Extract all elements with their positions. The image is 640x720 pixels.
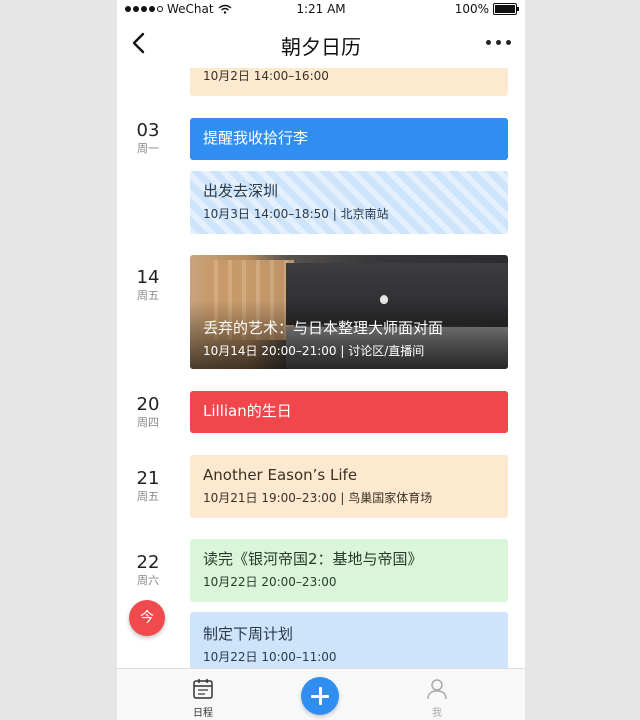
- date-day: 03: [136, 120, 160, 141]
- date-weekday: 周四: [137, 416, 159, 429]
- date-weekday: 周六: [137, 574, 159, 587]
- tab-me-label: 我: [432, 708, 442, 719]
- more-icon[interactable]: [486, 40, 511, 45]
- event-text: 丢弃的艺术：与日本整理大师面对面 10月14日 20:00–21:00 | 讨论…: [203, 318, 443, 359]
- event-subtitle: 10月22日 10:00–11:00: [203, 650, 337, 664]
- date-group-14: 14 周五: [117, 267, 179, 303]
- status-right: 100%: [454, 2, 519, 16]
- date-day: 21: [136, 468, 160, 489]
- event-subtitle: 10月21日 19:00–23:00 | 鸟巢国家体育场: [203, 491, 433, 505]
- phone-screen: WeChat 1:21 AM 100% 朝夕日历 10月2日 14:00–16:…: [117, 0, 525, 720]
- nav-bar: 朝夕日历: [117, 20, 525, 68]
- date-group-21: 21 周五: [117, 468, 179, 504]
- event-card-plan[interactable]: 制定下周计划 10月22日 10:00–11:00: [190, 612, 508, 668]
- event-title: Another Eason’s Life: [203, 466, 358, 484]
- date-group-22: 22 周六: [117, 552, 179, 588]
- event-title: 读完《银河帝国2：基地与帝国》: [203, 550, 423, 568]
- schedule-list[interactable]: 10月2日 14:00–16:00 03 周一 提醒我收拾行李 出发去深圳 10…: [117, 68, 525, 668]
- date-group-03: 03 周一: [117, 120, 179, 156]
- tab-bar: 日程 我: [117, 668, 525, 720]
- event-title: 提醒我收拾行李: [203, 129, 309, 147]
- event-title: 出发去深圳: [203, 182, 279, 200]
- event-subtitle: 10月2日 14:00–16:00: [203, 69, 329, 83]
- date-weekday: 周五: [137, 289, 159, 302]
- event-card-book[interactable]: 读完《银河帝国2：基地与帝国》 10月22日 20:00–23:00: [190, 539, 508, 602]
- battery-icon: [493, 3, 519, 15]
- today-button[interactable]: 今: [129, 600, 165, 636]
- tab-me[interactable]: 我: [407, 677, 467, 719]
- tab-schedule-label: 日程: [193, 708, 213, 719]
- event-title: 制定下周计划: [203, 625, 294, 643]
- user-icon: [427, 679, 447, 700]
- event-card-lillian[interactable]: Lillian的生日: [190, 391, 508, 433]
- event-title: 丢弃的艺术：与日本整理大师面对面: [203, 319, 444, 337]
- calendar-icon: [193, 679, 213, 699]
- event-card-art[interactable]: 丢弃的艺术：与日本整理大师面对面 10月14日 20:00–21:00 | 讨论…: [190, 255, 508, 369]
- date-day: 22: [136, 552, 160, 573]
- event-card-remind[interactable]: 提醒我收拾行李: [190, 118, 508, 160]
- event-card-oct2[interactable]: 10月2日 14:00–16:00: [190, 68, 508, 96]
- date-day: 20: [136, 394, 160, 415]
- date-day: 14: [136, 267, 160, 288]
- event-subtitle: 10月3日 14:00–18:50 | 北京南站: [203, 207, 389, 221]
- battery-percent: 100%: [454, 2, 489, 16]
- event-card-shenzhen[interactable]: 出发去深圳 10月3日 14:00–18:50 | 北京南站: [190, 171, 508, 234]
- date-group-20: 20 周四: [117, 394, 179, 430]
- event-title: Lillian的生日: [203, 402, 292, 420]
- event-card-eason[interactable]: Another Eason’s Life 10月21日 19:00–23:00 …: [190, 455, 508, 518]
- date-weekday: 周五: [137, 490, 159, 503]
- event-subtitle: 10月22日 20:00–23:00: [203, 575, 337, 589]
- tab-schedule[interactable]: 日程: [173, 677, 233, 719]
- status-bar: WeChat 1:21 AM 100%: [117, 0, 525, 20]
- add-event-button[interactable]: [301, 677, 339, 715]
- page-title: 朝夕日历: [281, 35, 361, 59]
- date-weekday: 周一: [137, 142, 159, 155]
- event-subtitle: 10月14日 20:00–21:00 | 讨论区/直播间: [203, 344, 425, 358]
